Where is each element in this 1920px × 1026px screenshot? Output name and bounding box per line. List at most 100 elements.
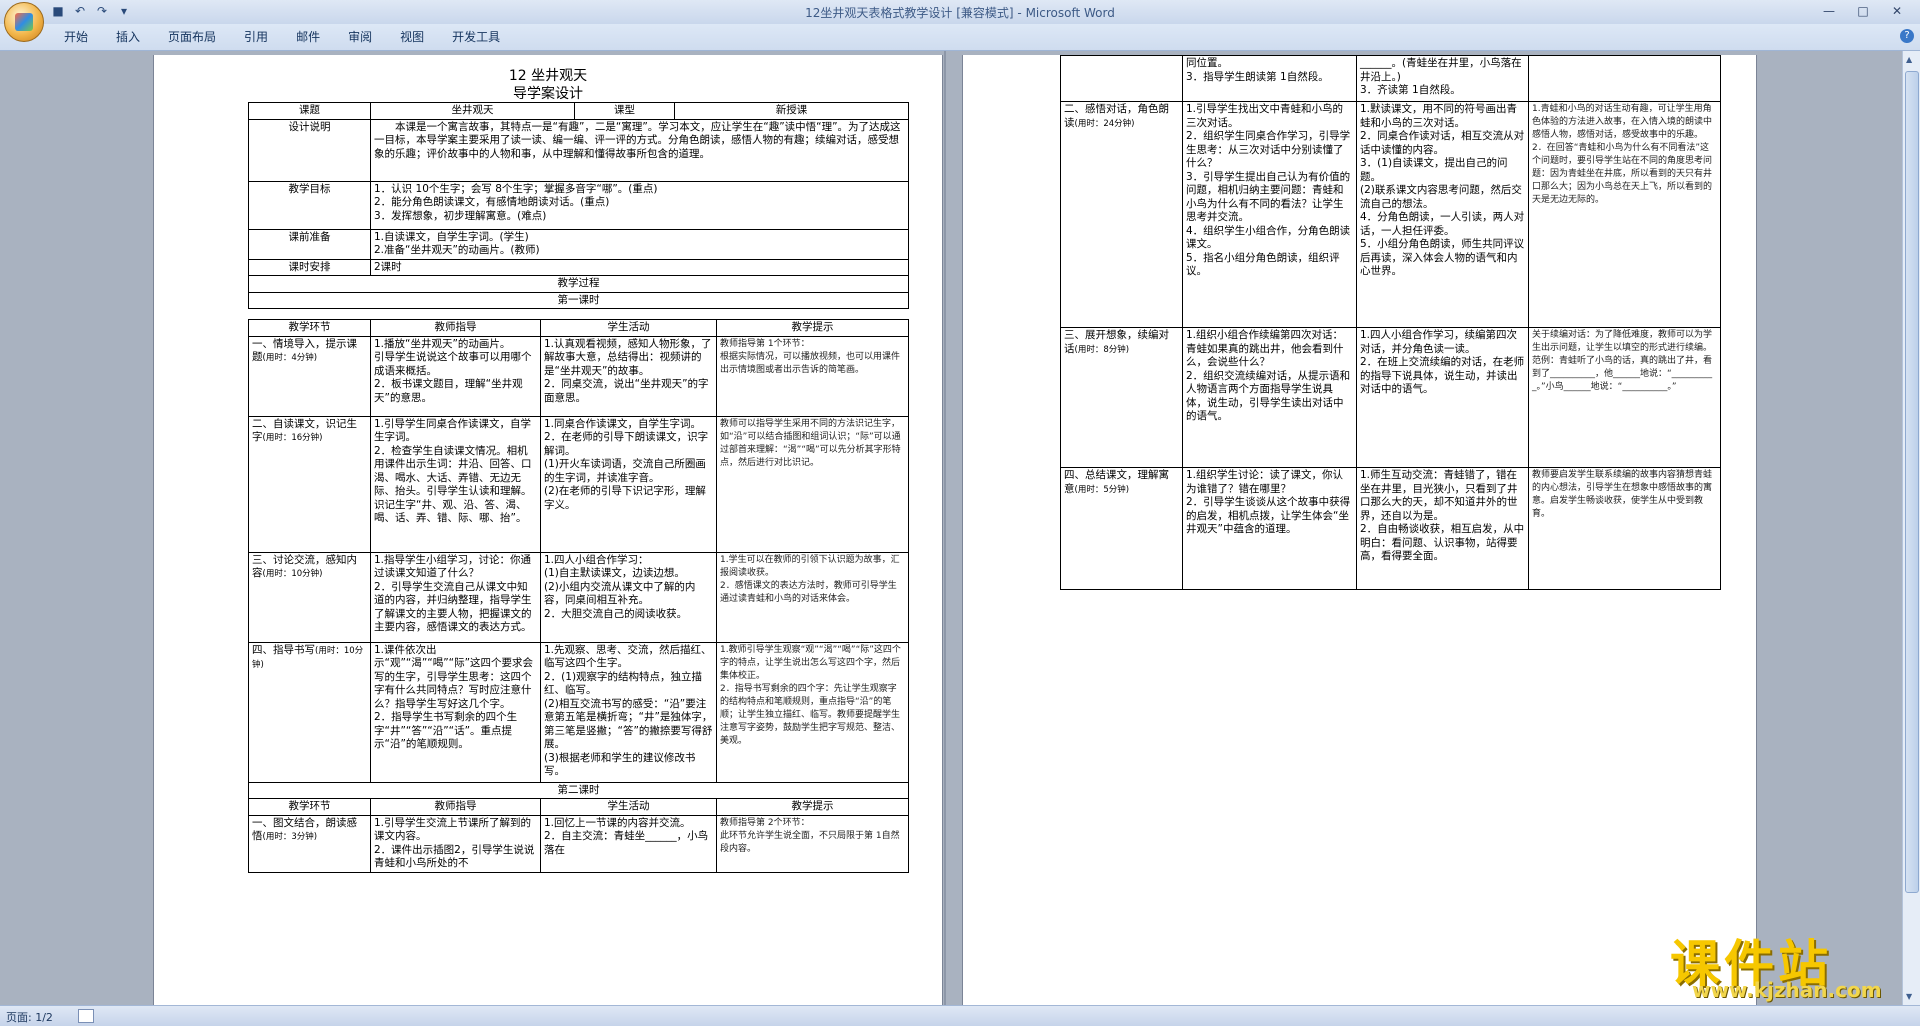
- lesson1-table: 教学环节 教师指导 学生活动 教学提示 一、情境导入，提示课题(用时：4分钟) 1…: [248, 319, 909, 873]
- goals-label: 教学目标: [248, 180, 371, 230]
- office-button[interactable]: [4, 2, 44, 42]
- topic-label: 课题: [248, 102, 371, 120]
- page2-table: 同位置。 3．指导学生朗读第 1自然段。 ______。(青蛙坐在井里，小鸟落在井…: [1060, 55, 1721, 590]
- goal-item: 2．能分角色朗读课文，有感情地朗读对话。(重点): [374, 196, 610, 208]
- tip-cell: 教师指导第 1个环节： 根据实际情况，可以播放视频，也可以用课件出示情境图或者出…: [716, 335, 909, 417]
- minimize-icon[interactable]: —: [1812, 2, 1846, 20]
- teacher-text: 1.播放“坐井观天”的动画片。 引导学生说说这个故事可以用哪个成语来概括。 2．…: [374, 337, 532, 404]
- teacher-text: 1.引导学生同桌合作读课文，自学生字词。 2．检查学生自读课文情况。相机用课件出…: [374, 417, 532, 525]
- close-icon[interactable]: ✕: [1880, 2, 1914, 20]
- stage-time: (用时：8分钟): [1074, 344, 1130, 355]
- teacher-text: 1.课件依次出示“观”“渴”“喝”“际”这四个要求会写的生字，引导学生思考：这四…: [374, 643, 534, 751]
- tip-cell: 教师要启发学生联系续编的故事内容猜想青蛙的内心想法，引导学生在想象中感悟故事的寓…: [1528, 467, 1721, 590]
- stage-cell: 一、图文结合，朗读感悟(用时：3分钟): [248, 814, 371, 873]
- student-text: 1.同桌合作读课文，自学生字词。 2．在老师的引导下朗读课文，识字解词。 (1)…: [544, 417, 709, 511]
- stage-cell: [1060, 55, 1183, 102]
- tab-insert[interactable]: 插入: [102, 29, 154, 45]
- lesson2-label: 第二课时: [248, 781, 909, 799]
- col-header: 教学环节: [248, 319, 371, 337]
- page-1[interactable]: 12 坐井观天 导学案设计 课题 坐井观天 课型 新授课 设计说明 本课是一个寓…: [154, 55, 942, 1005]
- window-controls: — □ ✕: [1812, 2, 1914, 20]
- site-watermark-url: www.kjzhan.com: [1692, 978, 1882, 1002]
- tip-text: 关于续编对话：为了降低难度，教师可以为学生出示问题，让学生以填空的形式进行续编。…: [1532, 330, 1713, 392]
- tab-page-layout[interactable]: 页面布局: [154, 29, 230, 45]
- teacher-text: 1.组织学生讨论：读了课文，你认为谁错了？错在哪里？ 2．引导学生谈谈从这个故事…: [1186, 469, 1351, 535]
- col-header: 教学提示: [716, 798, 909, 816]
- title-bar: ■ ↶ ↷ ▾ 12坐井观天表格式教学设计 [兼容模式] - Microsoft…: [0, 0, 1920, 25]
- tip-text: 教师指导第 2个环节： 此环节允许学生说全面，不只局限于第 1自然段内容。: [720, 817, 900, 854]
- tab-references[interactable]: 引用: [230, 29, 282, 45]
- student-text: 1.先观察、思考、交流，然后描红、临写这四个生字。 2．(1)观察字的结构特点，…: [544, 643, 713, 778]
- student-text: 1.默读课文，用不同的符号画出青蛙和小鸟的三次对话。 2．同桌合作读对话，相互交…: [1360, 103, 1525, 277]
- stage-cell: 四、总结课文，理解寓意(用时：5分钟): [1060, 467, 1183, 590]
- tab-review[interactable]: 审阅: [334, 29, 386, 45]
- teacher-cell: 1.引导学生交流上节课所了解到的课文内容。 2．课件出示插图2，引导学生说说青蛙…: [370, 814, 541, 873]
- teacher-text: 1.组织小组合作续编第四次对话：青蛙如果真的跳出井，他会看到什么，会说些什么？ …: [1186, 329, 1351, 422]
- tip-cell: 1.教师引导学生观察“观”“渴”“喝”“际”这四个字的特点，让学生说出怎么写这四…: [716, 641, 909, 783]
- stage-time: (用时：24分钟): [1074, 118, 1135, 129]
- student-cell: 1.四人小组合作学习： (1)自主默读课文，边读边想。 (2)小组内交流从课文中…: [540, 551, 717, 643]
- stage-time: (用时：10分钟): [262, 569, 323, 579]
- tab-home[interactable]: 开始: [50, 29, 102, 45]
- stage-name: 四、指导书写: [252, 643, 315, 656]
- stage-cell: 一、情境导入，提示课题(用时：4分钟): [248, 335, 371, 417]
- maximize-icon[interactable]: □: [1846, 2, 1880, 20]
- scroll-up-icon[interactable]: ▲: [1906, 55, 1912, 64]
- student-text: 1.认真观看视频，感知人物形象，了解故事大意，总结得出：视频讲的是“坐井观天”的…: [544, 337, 712, 404]
- scroll-thumb[interactable]: [1905, 71, 1919, 893]
- page-indicator[interactable]: 页面: 1/2: [6, 1009, 53, 1025]
- teacher-text: 1.指导学生小组学习，讨论：你通过读课文知道了什么？ 2．引导学生交流自己从课文…: [374, 553, 532, 634]
- student-cell: 1.同桌合作读课文，自学生字词。 2．在老师的引导下朗读课文，识字解词。 (1)…: [540, 415, 717, 553]
- stage-time: (用时：16分钟): [262, 433, 323, 443]
- tab-mailings[interactable]: 邮件: [282, 29, 334, 45]
- status-bar: 页面: 1/2: [0, 1005, 1920, 1026]
- teacher-cell: 1.引导学生找出文中青蛙和小鸟的三次对话。 2．组织学生同桌合作学习，引导学生思…: [1182, 101, 1357, 328]
- teacher-cell: 同位置。 3．指导学生朗读第 1自然段。: [1182, 55, 1357, 102]
- teacher-text: 同位置。 3．指导学生朗读第 1自然段。: [1186, 57, 1329, 83]
- topic-value: 坐井观天: [370, 102, 575, 120]
- tip-text: 教师要启发学生联系续编的故事内容猜想青蛙的内心想法，引导学生在想象中感悟故事的寓…: [1532, 470, 1713, 519]
- stage-cell: 二、自读课文，识记生字(用时：16分钟): [248, 415, 371, 553]
- stage-cell: 二、感悟对话，角色朗读(用时：24分钟): [1060, 101, 1183, 328]
- student-text: ______。(青蛙坐在井里，小鸟落在井沿上。) 3．齐读第 1自然段。: [1360, 57, 1522, 96]
- col-header: 学生活动: [540, 798, 717, 816]
- tip-cell: 1.学生可以在教师的引领下认识题为故事，汇报阅读收获。 2．感悟课文的表达方法时…: [716, 551, 909, 643]
- help-icon[interactable]: ?: [1900, 29, 1914, 43]
- tip-cell: 1.青蛙和小鸟的对话生动有趣，可让学生用角色体验的方法进入故事，在入情入境的朗读…: [1528, 101, 1721, 328]
- process-label: 教学过程: [248, 275, 909, 293]
- stage-time: (用时：4分钟): [262, 353, 318, 363]
- prep-label: 课前准备: [248, 228, 371, 260]
- tip-cell: [1528, 55, 1721, 102]
- type-value: 新授课: [674, 102, 909, 120]
- teacher-cell: 1.课件依次出示“观”“渴”“喝”“际”这四个要求会写的生字，引导学生思考：这四…: [370, 641, 541, 783]
- student-cell: 1.四人小组合作学习，续编第四次对话，并分角色读一读。 2．在班上交流续编的对话…: [1356, 327, 1529, 468]
- tab-view[interactable]: 视图: [386, 29, 438, 45]
- page-2[interactable]: 同位置。 3．指导学生朗读第 1自然段。 ______。(青蛙坐在井里，小鸟落在井…: [963, 55, 1756, 1005]
- col-header: 学生活动: [540, 319, 717, 337]
- document-workspace: 12 坐井观天 导学案设计 课题 坐井观天 课型 新授课 设计说明 本课是一个寓…: [0, 51, 1902, 1005]
- tip-text: 教师指导第 1个环节： 根据实际情况，可以播放视频，也可以用课件出示情境图或者出…: [720, 338, 901, 375]
- teacher-cell: 1.播放“坐井观天”的动画片。 引导学生说说这个故事可以用哪个成语来概括。 2．…: [370, 335, 541, 417]
- type-label: 课型: [574, 102, 675, 120]
- stage-cell: 三、展开想象，续编对话(用时：8分钟): [1060, 327, 1183, 468]
- teacher-cell: 1.指导学生小组学习，讨论：你通过读课文知道了什么？ 2．引导学生交流自己从课文…: [370, 551, 541, 643]
- doc-title: 12 坐井观天: [508, 68, 588, 84]
- stage-cell: 三、讨论交流，感知内容(用时：10分钟): [248, 551, 371, 643]
- tip-text: 1.学生可以在教师的引领下认识题为故事，汇报阅读收获。 2．感悟课文的表达方法时…: [720, 554, 900, 604]
- doc-subtitle: 导学案设计: [513, 86, 583, 102]
- tab-developer[interactable]: 开发工具: [438, 29, 514, 45]
- info-table: 课题 坐井观天 课型 新授课 设计说明 本课是一个寓言故事，其特点一是“有趣”，…: [248, 102, 909, 309]
- proofing-icon[interactable]: [78, 1009, 94, 1023]
- student-cell: 1.默读课文，用不同的符号画出青蛙和小鸟的三次对话。 2．同桌合作读对话，相互交…: [1356, 101, 1529, 328]
- lesson1-label: 第一课时: [248, 291, 909, 309]
- col-header: 教师指导: [370, 319, 541, 337]
- col-header: 教师指导: [370, 798, 541, 816]
- teacher-cell: 1.组织小组合作续编第四次对话：青蛙如果真的跳出井，他会看到什么，会说些什么？ …: [1182, 327, 1357, 468]
- hours-value: 2课时: [370, 258, 909, 276]
- design-text: 本课是一个寓言故事，其特点一是“有趣”，二是“寓理”。学习本文，应让学生在“趣”…: [370, 118, 909, 182]
- student-cell: 1.认真观看视频，感知人物形象，了解故事大意，总结得出：视频讲的是“坐井观天”的…: [540, 335, 717, 417]
- vertical-scrollbar[interactable]: ▲ ▼: [1902, 51, 1920, 1005]
- ribbon-tabs: 开始 插入 页面布局 引用 邮件 审阅 视图 开发工具 ?: [0, 24, 1920, 51]
- col-header: 教学环节: [248, 798, 371, 816]
- scroll-down-icon[interactable]: ▼: [1906, 992, 1912, 1001]
